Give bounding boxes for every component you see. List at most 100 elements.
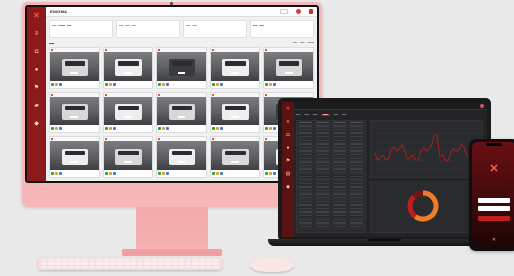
license-plate [284,71,293,74]
vehicle-windshield [118,105,139,111]
filter-chip[interactable]: ▬▬ [119,25,123,27]
grid-control[interactable]: ▬▬ [300,42,304,44]
camera-snapshot[interactable] [210,96,260,126]
filter-chip[interactable]: ▬▬ [253,25,257,27]
camera-card[interactable] [102,91,154,134]
camera-snapshot[interactable] [103,96,153,126]
avatar[interactable] [296,9,301,14]
camera-card[interactable] [49,47,100,89]
laptop-tabs: ▬▬ ▬▬ ▬▬ ▬▬ ▬▬ ▬▬ [296,112,484,118]
laptop-lid: ✕ ≡ ◘ ● ⚑ ▤ ◆ ▬▬ ▬▬ ▬▬ ▬▬ ▬▬ ▬▬ [278,98,491,241]
table-cell [316,146,329,149]
filter-chip[interactable]: ▬▬ [132,25,136,27]
username-field[interactable] [478,198,510,203]
filter-card[interactable]: ▬▬ ▬▬ [250,20,314,38]
camera-snapshot[interactable] [157,96,206,126]
warning-icon [108,172,112,175]
camera-snapshot[interactable] [103,52,153,81]
avatar[interactable] [480,103,484,108]
table-cell [333,135,346,138]
password-field[interactable] [478,206,510,211]
camera-snapshot[interactable] [210,52,260,81]
table-cell [299,186,312,188]
filter-card[interactable]: ▬▬ ▬▬ ▬▬ [116,20,180,38]
camera-snapshot[interactable] [264,52,313,81]
tab[interactable]: ▬▬ [342,114,346,116]
key [89,265,96,268]
filter-chip[interactable]: ▬▬ [52,25,56,27]
key [164,259,171,262]
filter-chip[interactable]: ▬▬ [125,25,129,27]
camera-card[interactable] [209,47,261,89]
table-cell [350,204,363,206]
flag-icon[interactable]: ⚑ [285,158,291,164]
x-logo-icon[interactable]: ✕ [32,11,41,20]
list-icon[interactable]: ≡ [285,119,291,125]
camera-card[interactable] [156,91,207,134]
user-icon[interactable]: ● [285,145,291,151]
grid-control[interactable]: ▬▬ [293,42,297,44]
filter-card[interactable]: ▬▬ ▬▬▬ ▬▬ [49,20,113,38]
camera-card[interactable] [102,47,154,89]
tab[interactable]: ▬▬ [304,114,308,116]
camera-card-footer [211,81,260,88]
user-icon[interactable]: ● [32,65,41,74]
camera-card[interactable] [49,136,100,178]
key [61,265,68,268]
filter-chip[interactable]: ▬▬▬ [58,25,65,27]
camera-card[interactable] [263,47,314,89]
camera-card[interactable] [209,136,261,178]
table-cell [299,222,312,224]
camera-snapshot[interactable] [210,141,260,170]
camera-snapshot[interactable] [50,96,99,126]
status-icon [104,82,108,86]
table-cell [316,186,329,188]
camera-snapshot[interactable] [157,141,206,170]
tab[interactable]: ▬▬ [313,114,317,116]
table-row[interactable] [297,225,365,229]
camera-snapshot[interactable] [50,141,99,170]
table-cell [350,125,363,127]
laptop-topbar [294,102,487,110]
car-icon[interactable]: ◘ [32,47,41,56]
table-cell [333,207,346,210]
filter-chip[interactable]: ▬▬ [259,25,263,27]
key [47,259,54,262]
topbar-pill[interactable] [280,9,288,14]
camera-snapshot[interactable] [157,52,206,81]
list-icon[interactable]: ≡ [32,29,41,38]
tag-icon[interactable]: ◆ [32,119,41,128]
camera-card[interactable] [49,91,100,134]
camera-card[interactable] [156,136,207,178]
tab-active[interactable]: ▬▬ [321,114,330,116]
info-icon [219,172,223,175]
vehicle-windshield [171,150,193,156]
table-cell [299,189,312,192]
x-logo-icon[interactable]: ✕ [285,106,291,112]
grid-control[interactable]: ▬▬▬ [307,42,314,44]
login-button[interactable] [478,216,510,221]
tag-icon[interactable]: ◆ [285,184,291,190]
key [116,262,123,265]
camera-snapshot[interactable] [50,52,99,81]
camera-card[interactable] [156,47,207,89]
car-icon[interactable]: ◘ [285,132,291,138]
filter-card[interactable]: ▬▬ ▬▬ [183,20,247,38]
filter-chip[interactable]: ▬▬ [67,25,71,27]
flag-icon[interactable]: ⚑ [32,83,41,92]
camera-snapshot[interactable] [103,141,153,170]
action-button[interactable] [309,9,313,14]
table-cell [350,143,363,145]
camera-card[interactable] [102,136,154,178]
table-cell [333,153,346,156]
tab[interactable]: ▬▬ [296,114,300,116]
camera-card[interactable] [209,91,261,134]
tab[interactable]: ▬▬ [334,114,338,116]
filter-chip[interactable]: ▬▬ [192,25,196,27]
chart-icon[interactable]: ▤ [285,171,291,177]
filter-chip[interactable]: ▬▬ [186,25,190,27]
warning-icon [55,82,58,86]
key [185,265,192,268]
table-cell [316,121,329,123]
folder-icon[interactable]: ▰ [32,101,41,110]
